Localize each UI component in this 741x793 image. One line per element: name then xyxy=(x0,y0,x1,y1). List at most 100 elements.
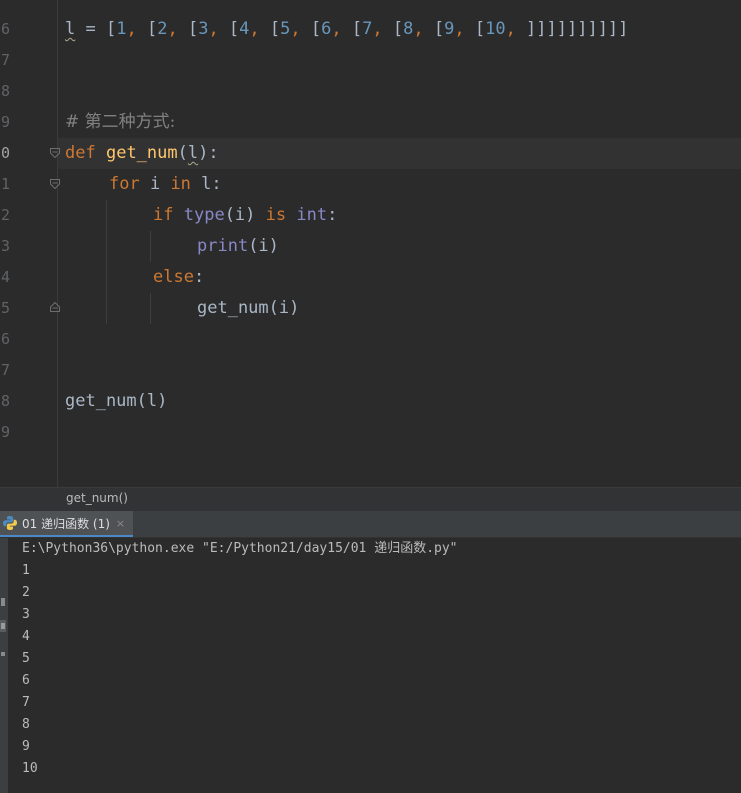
list-bracket: [ xyxy=(474,19,486,39)
console-output-line: 6 xyxy=(22,673,30,688)
indent-guide xyxy=(106,200,107,324)
list-comma: , xyxy=(208,19,229,39)
list-bracket: [ xyxy=(310,19,322,39)
list-comma: , xyxy=(249,19,270,39)
close-icon[interactable]: × xyxy=(116,517,125,530)
else-keyword: else xyxy=(153,267,194,287)
list-closing-brackets: ]]]]]]]]]] xyxy=(526,19,629,39)
line-number: 4 xyxy=(0,268,10,286)
code-line-recursive-call: get_num(i) xyxy=(197,298,300,318)
list-number: 3 xyxy=(198,19,209,39)
list-comma: , xyxy=(372,19,393,39)
list-comma: , xyxy=(413,19,434,39)
line-number: 6 xyxy=(0,330,10,348)
list-number: 1 xyxy=(116,19,127,39)
list-comma: , xyxy=(290,19,311,39)
line-number: 9 xyxy=(0,423,10,441)
code-line-final-call: get_num(l) xyxy=(65,391,168,411)
line-number: 9 xyxy=(0,113,10,131)
line-number: 3 xyxy=(0,237,10,255)
fold-collapse-icon[interactable] xyxy=(50,179,60,189)
fold-collapse-icon[interactable] xyxy=(50,148,60,158)
list-number: 2 xyxy=(157,19,168,39)
console-command: E:\Python36\python.exe "E:/Python21/day1… xyxy=(22,541,458,556)
code-line-else: else: xyxy=(153,262,204,293)
list-number: 5 xyxy=(280,19,291,39)
line-number-current: 0 xyxy=(0,144,10,162)
list-bracket: [ xyxy=(351,19,363,39)
console-output-line: 1 xyxy=(22,563,30,578)
fold-end-icon[interactable] xyxy=(50,302,60,312)
list-comma: , xyxy=(505,19,527,39)
type-builtin: type xyxy=(183,205,225,225)
list-number: 8 xyxy=(403,19,414,39)
list-number: 9 xyxy=(444,19,455,39)
line-number: 7 xyxy=(0,361,10,379)
list-bracket: [ xyxy=(269,19,281,39)
list-bracket: [ xyxy=(146,19,158,39)
if-keyword: if xyxy=(153,205,174,225)
run-tab[interactable]: 01 递归函数 (1) × xyxy=(0,511,134,537)
list-number: 6 xyxy=(321,19,332,39)
console-output-line: 10 xyxy=(22,761,38,776)
breadcrumb[interactable]: get_num() xyxy=(0,487,741,511)
console-output-line: 2 xyxy=(22,585,30,600)
indent-guide xyxy=(150,231,151,262)
stop-icon[interactable] xyxy=(0,620,6,632)
run-tool-window-header: 01 递归函数 (1) × xyxy=(0,511,741,538)
list-comma: , xyxy=(167,19,188,39)
console-toolbar xyxy=(0,538,8,793)
list-comma: , xyxy=(331,19,352,39)
pin-icon[interactable] xyxy=(0,648,6,660)
list-comma: , xyxy=(454,19,475,39)
console-output-line: 4 xyxy=(22,629,30,644)
python-icon xyxy=(3,516,18,530)
line-number: 2 xyxy=(0,206,10,224)
in-keyword: in xyxy=(170,174,191,194)
for-keyword: for xyxy=(109,174,140,194)
run-console[interactable]: E:\Python36\python.exe "E:/Python21/day1… xyxy=(0,538,741,793)
type-argument: (i) xyxy=(224,205,266,225)
loop-variable: i xyxy=(139,174,171,194)
print-argument: (i) xyxy=(248,236,279,256)
else-colon: : xyxy=(193,267,205,287)
code-editor[interactable]: 6 7 8 9 0 1 2 3 4 5 6 7 8 9 l = [1, [2, … xyxy=(0,0,741,487)
code-line-list-assignment: l = [1, [2, [3, [4, [5, [6, [7, [8, [9, … xyxy=(65,14,628,45)
run-tab-label: 01 递归函数 (1) xyxy=(22,516,110,531)
code-comment: # 第二种方式: xyxy=(65,112,176,132)
code-line-for: for i in l: xyxy=(109,169,222,200)
list-bracket: [ xyxy=(392,19,404,39)
console-output-line: 5 xyxy=(22,651,30,666)
console-output-line: 8 xyxy=(22,717,30,732)
code-line-if: if type(i) is int: xyxy=(153,200,337,231)
list-variable: l xyxy=(65,19,76,39)
list-bracket: [ xyxy=(187,19,199,39)
paren-close: ): xyxy=(198,143,219,163)
int-builtin: int xyxy=(296,205,328,225)
assign-operator: = xyxy=(75,19,106,39)
function-name: get_num xyxy=(105,143,178,163)
breadcrumb-item[interactable]: get_num() xyxy=(66,491,128,505)
list-bracket: [ xyxy=(228,19,240,39)
indent-guide xyxy=(150,293,151,324)
code-line-print: print(i) xyxy=(197,231,279,262)
list-comma: , xyxy=(126,19,147,39)
print-builtin: print xyxy=(197,236,249,256)
gutter-divider xyxy=(57,0,58,487)
list-number: 7 xyxy=(362,19,373,39)
loop-iterable: l: xyxy=(190,174,222,194)
rerun-icon[interactable] xyxy=(0,596,6,608)
is-keyword: is xyxy=(265,205,287,225)
line-number: 7 xyxy=(0,51,10,69)
def-keyword: def xyxy=(65,143,96,163)
line-number: 1 xyxy=(0,175,10,193)
line-number: 8 xyxy=(0,82,10,100)
list-bracket: [ xyxy=(433,19,445,39)
line-number: 8 xyxy=(0,392,10,410)
list-number: 10 xyxy=(485,19,506,39)
code-line-def: def get_num(l): xyxy=(65,138,219,169)
line-number: 6 xyxy=(0,20,10,38)
if-colon: : xyxy=(327,205,338,225)
console-output-line: 7 xyxy=(22,695,30,710)
console-output-line: 3 xyxy=(22,607,30,622)
